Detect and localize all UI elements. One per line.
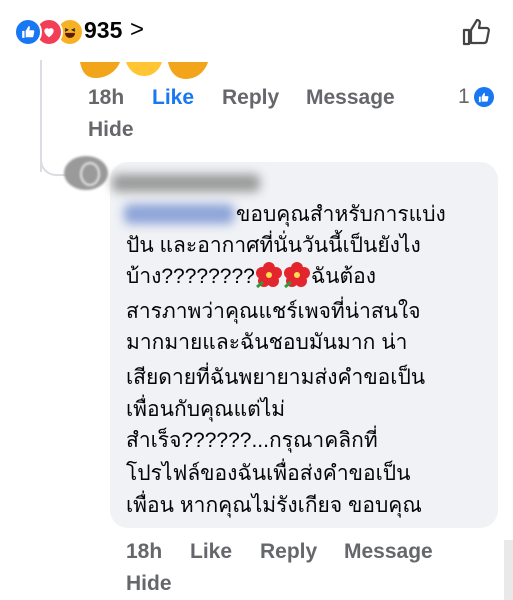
comment-line: สำเร็จ??????...กรุณาคลิกที่	[126, 429, 378, 452]
chevron-right-icon[interactable]: >	[130, 16, 144, 44]
comment-line: เสียดายที่ฉันพยายามส่งคำขอเป็น	[126, 366, 426, 389]
scroll-edge	[504, 540, 513, 600]
mention-redacted[interactable]	[124, 204, 234, 224]
comment-line: มากมายและฉันชอบมันมาก น่า	[126, 331, 408, 354]
message-button[interactable]: Message	[344, 540, 433, 564]
avatar[interactable]	[64, 156, 108, 190]
like-button[interactable]: Like	[190, 540, 232, 564]
comment-line: เพื่อน หากคุณไม่รังเกียจ ขอบคุณ	[126, 494, 422, 517]
comment-line: โปรไฟล์ของฉันเพื่อส่งคำขอเป็น	[126, 462, 411, 485]
commenter-name-redacted[interactable]	[112, 174, 260, 192]
hibiscus-icon	[255, 261, 283, 289]
reaction-icons[interactable]	[14, 18, 84, 46]
comment-line: บ้าง????????	[126, 265, 255, 288]
comment-line: ขอบคุณสำหรับการแบ่ง	[236, 203, 446, 226]
prev-comment-time: 18h	[88, 86, 125, 109]
hide-button[interactable]: Hide	[126, 572, 172, 596]
prev-reaction-number: 1	[458, 85, 470, 108]
previous-comment-emoji	[80, 62, 208, 80]
reaction-summary-bar: 935 >	[0, 0, 513, 62]
prev-reaction-count[interactable]: 1	[458, 85, 494, 109]
hibiscus-icon	[283, 261, 311, 289]
prev-hide-button[interactable]: Hide	[88, 118, 134, 142]
thumb-up-icon[interactable]	[460, 16, 492, 48]
reply-button[interactable]: Reply	[260, 540, 317, 564]
reaction-count[interactable]: 935	[84, 17, 122, 44]
comment-line: สารภาพว่าคุณแชร์เพจที่น่าสนใจ	[126, 300, 421, 323]
prev-like-button[interactable]: Like	[152, 86, 194, 110]
comment-line: เพื่อนกับคุณแต่ไม่	[126, 398, 286, 421]
prev-message-button[interactable]: Message	[306, 86, 395, 110]
like-icon	[14, 18, 42, 46]
comment-line: ปัน และอากาศที่นั่นวันนี้เป็นยังไง	[126, 234, 421, 257]
comment-line-with-flowers: บ้าง???????? ฉันต้อง	[126, 261, 376, 292]
comment-line: ฉันต้อง	[310, 265, 376, 288]
comment-time: 18h	[126, 540, 163, 563]
prev-reply-button[interactable]: Reply	[222, 86, 279, 110]
like-icon	[473, 87, 494, 107]
